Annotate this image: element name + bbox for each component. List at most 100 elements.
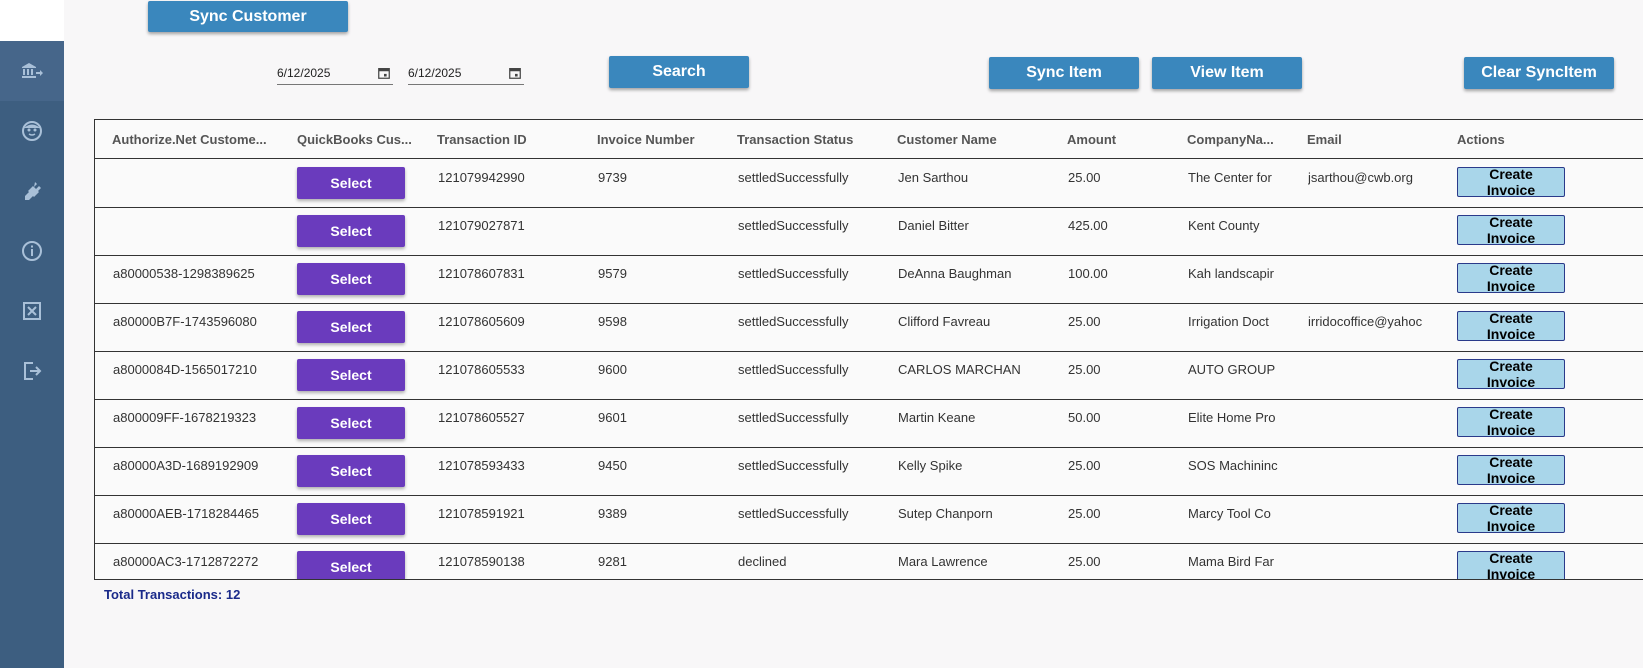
cell-company-name: Mama Bird Far — [1188, 554, 1274, 569]
cell-email: jsarthou@cwb.org — [1308, 170, 1413, 185]
calendar-icon[interactable] — [508, 66, 522, 80]
view-item-button[interactable]: View Item — [1152, 57, 1302, 89]
cell-amount: 25.00 — [1068, 314, 1101, 329]
end-date-value: 6/12/2025 — [408, 66, 462, 80]
cell-transaction-status: settledSuccessfully — [738, 362, 849, 377]
cell-authorize-net-customer: a80000A3D-1689192909 — [113, 458, 259, 473]
create-invoice-button[interactable]: Create Invoice — [1457, 214, 1565, 246]
table-row: a80000AC3-1712872272 121078590138 9281 decl… — [95, 543, 1643, 579]
cell-transaction-id: 121078607831 — [438, 266, 525, 281]
cell-invoice-number: 9739 — [598, 170, 627, 185]
cell-invoice-number: 9579 — [598, 266, 627, 281]
header-invoice-number[interactable]: Invoice Number — [597, 132, 695, 147]
table-row: 121079942990 9739 settledSuccessfully Jen S… — [95, 159, 1643, 208]
sidebar-item-info[interactable] — [0, 221, 64, 281]
cell-transaction-status: settledSuccessfully — [738, 506, 849, 521]
sidebar-item-close[interactable] — [0, 281, 64, 341]
cell-authorize-net-customer: a80000AEB-1718284465 — [113, 506, 260, 521]
select-customer-button[interactable]: Select — [297, 167, 405, 199]
create-invoice-button[interactable]: Create Invoice — [1457, 454, 1565, 486]
end-date-field[interactable]: 6/12/2025 — [408, 62, 524, 85]
start-date-value: 6/12/2025 — [277, 66, 331, 80]
create-invoice-button[interactable]: Create Invoice — [1457, 166, 1565, 198]
sidebar-item-logout[interactable] — [0, 341, 64, 401]
cell-invoice-number: 9281 — [598, 554, 627, 569]
cell-amount: 25.00 — [1068, 362, 1101, 377]
cell-customer-name: Kelly Spike — [898, 458, 963, 473]
cell-amount: 25.00 — [1068, 170, 1101, 185]
create-invoice-button[interactable]: Create Invoice — [1457, 502, 1565, 534]
search-button[interactable]: Search — [609, 56, 749, 88]
cell-amount: 50.00 — [1068, 410, 1101, 425]
header-transaction-id[interactable]: Transaction ID — [437, 132, 527, 147]
cell-transaction-id: 121079942990 — [438, 170, 525, 185]
cell-amount: 100.00 — [1068, 266, 1108, 281]
header-amount[interactable]: Amount — [1067, 132, 1116, 147]
cell-invoice-number: 9600 — [598, 362, 627, 377]
sync-customer-button[interactable]: Sync Customer — [148, 1, 348, 32]
header-transaction-status[interactable]: Transaction Status — [737, 132, 853, 147]
cell-invoice-number: 9450 — [598, 458, 627, 473]
cell-invoice-number: 9389 — [598, 506, 627, 521]
cell-transaction-status: settledSuccessfully — [738, 314, 849, 329]
select-customer-button[interactable]: Select — [297, 455, 405, 487]
cell-transaction-status: declined — [738, 554, 787, 569]
cell-amount: 25.00 — [1068, 458, 1101, 473]
cell-company-name: AUTO GROUP — [1188, 362, 1276, 377]
cell-transaction-id: 121078605533 — [438, 362, 525, 377]
table-row: a80000538-1298389625 121078607831 9579 sett… — [95, 255, 1643, 304]
cell-company-name: The Center for — [1188, 170, 1272, 185]
table-row: a80000A3D-1689192909 121078593433 9450 sett… — [95, 447, 1643, 496]
sidebar-item-plug[interactable] — [0, 161, 64, 221]
select-customer-button[interactable]: Select — [297, 215, 405, 247]
cell-transaction-status: settledSuccessfully — [738, 266, 849, 281]
cell-transaction-status: settledSuccessfully — [738, 410, 849, 425]
header-customer-name[interactable]: Customer Name — [897, 132, 997, 147]
transactions-table: Authorize.Net Custome... QuickBooks Cus.… — [94, 119, 1643, 580]
cell-company-name: Irrigation Doct — [1188, 314, 1269, 329]
total-transactions: Total Transactions: 12 — [104, 587, 241, 602]
logout-icon — [24, 362, 42, 380]
select-customer-button[interactable]: Select — [297, 503, 405, 535]
create-invoice-button[interactable]: Create Invoice — [1457, 310, 1565, 342]
table-row: a80000B7F-1743596080 121078605609 9598 sett… — [95, 303, 1643, 352]
cell-transaction-status: settledSuccessfully — [738, 218, 849, 233]
table-row: a8000084D-1565017210 121078605533 9600 sett… — [95, 351, 1643, 400]
header-company-name[interactable]: CompanyNa... — [1187, 132, 1287, 147]
calendar-icon[interactable] — [377, 66, 391, 80]
select-customer-button[interactable]: Select — [297, 551, 405, 579]
sync-item-button[interactable]: Sync Item — [989, 57, 1139, 89]
header-email[interactable]: Email — [1307, 132, 1342, 147]
create-invoice-button[interactable]: Create Invoice — [1457, 358, 1565, 390]
cell-invoice-number: 9598 — [598, 314, 627, 329]
create-invoice-button[interactable]: Create Invoice — [1457, 262, 1565, 294]
clear-sync-item-button[interactable]: Clear SyncItem — [1464, 57, 1614, 89]
cell-customer-name: Martin Keane — [898, 410, 976, 425]
sidebar-item-customer[interactable] — [0, 101, 64, 161]
start-date-field[interactable]: 6/12/2025 — [277, 62, 393, 85]
create-invoice-button[interactable]: Create Invoice — [1457, 406, 1565, 438]
cell-customer-name: Sutep Chanporn — [898, 506, 993, 521]
cell-authorize-net-customer: a80000538-1298389625 — [113, 266, 255, 281]
close-box-icon — [23, 302, 41, 320]
cell-company-name: Marcy Tool Co — [1188, 506, 1271, 521]
select-customer-button[interactable]: Select — [297, 407, 405, 439]
cell-company-name: Kah landscapir — [1188, 266, 1274, 281]
customer-icon — [22, 121, 42, 141]
select-customer-button[interactable]: Select — [297, 311, 405, 343]
info-icon — [22, 241, 42, 261]
cell-transaction-id: 121078590138 — [438, 554, 525, 569]
table-row: a800009FF-1678219323 121078605527 9601 sett… — [95, 399, 1643, 448]
sidebar-item-bank-transfer[interactable] — [0, 41, 64, 101]
select-customer-button[interactable]: Select — [297, 359, 405, 391]
create-invoice-button[interactable]: Create Invoice — [1457, 550, 1565, 579]
header-quickbooks-customer[interactable]: QuickBooks Cus... — [297, 132, 427, 147]
cell-email: irridocoffice@yahoc — [1308, 314, 1423, 329]
select-customer-button[interactable]: Select — [297, 263, 405, 295]
table-row: a80000AEB-1718284465 121078591921 9389 sett… — [95, 495, 1643, 544]
sidebar-header — [0, 0, 64, 41]
header-authorize-net-customer[interactable]: Authorize.Net Custome... — [112, 132, 292, 147]
cell-company-name: Kent County — [1188, 218, 1260, 233]
cell-invoice-number: 9601 — [598, 410, 627, 425]
cell-customer-name: CARLOS MARCHAN — [898, 362, 1021, 377]
